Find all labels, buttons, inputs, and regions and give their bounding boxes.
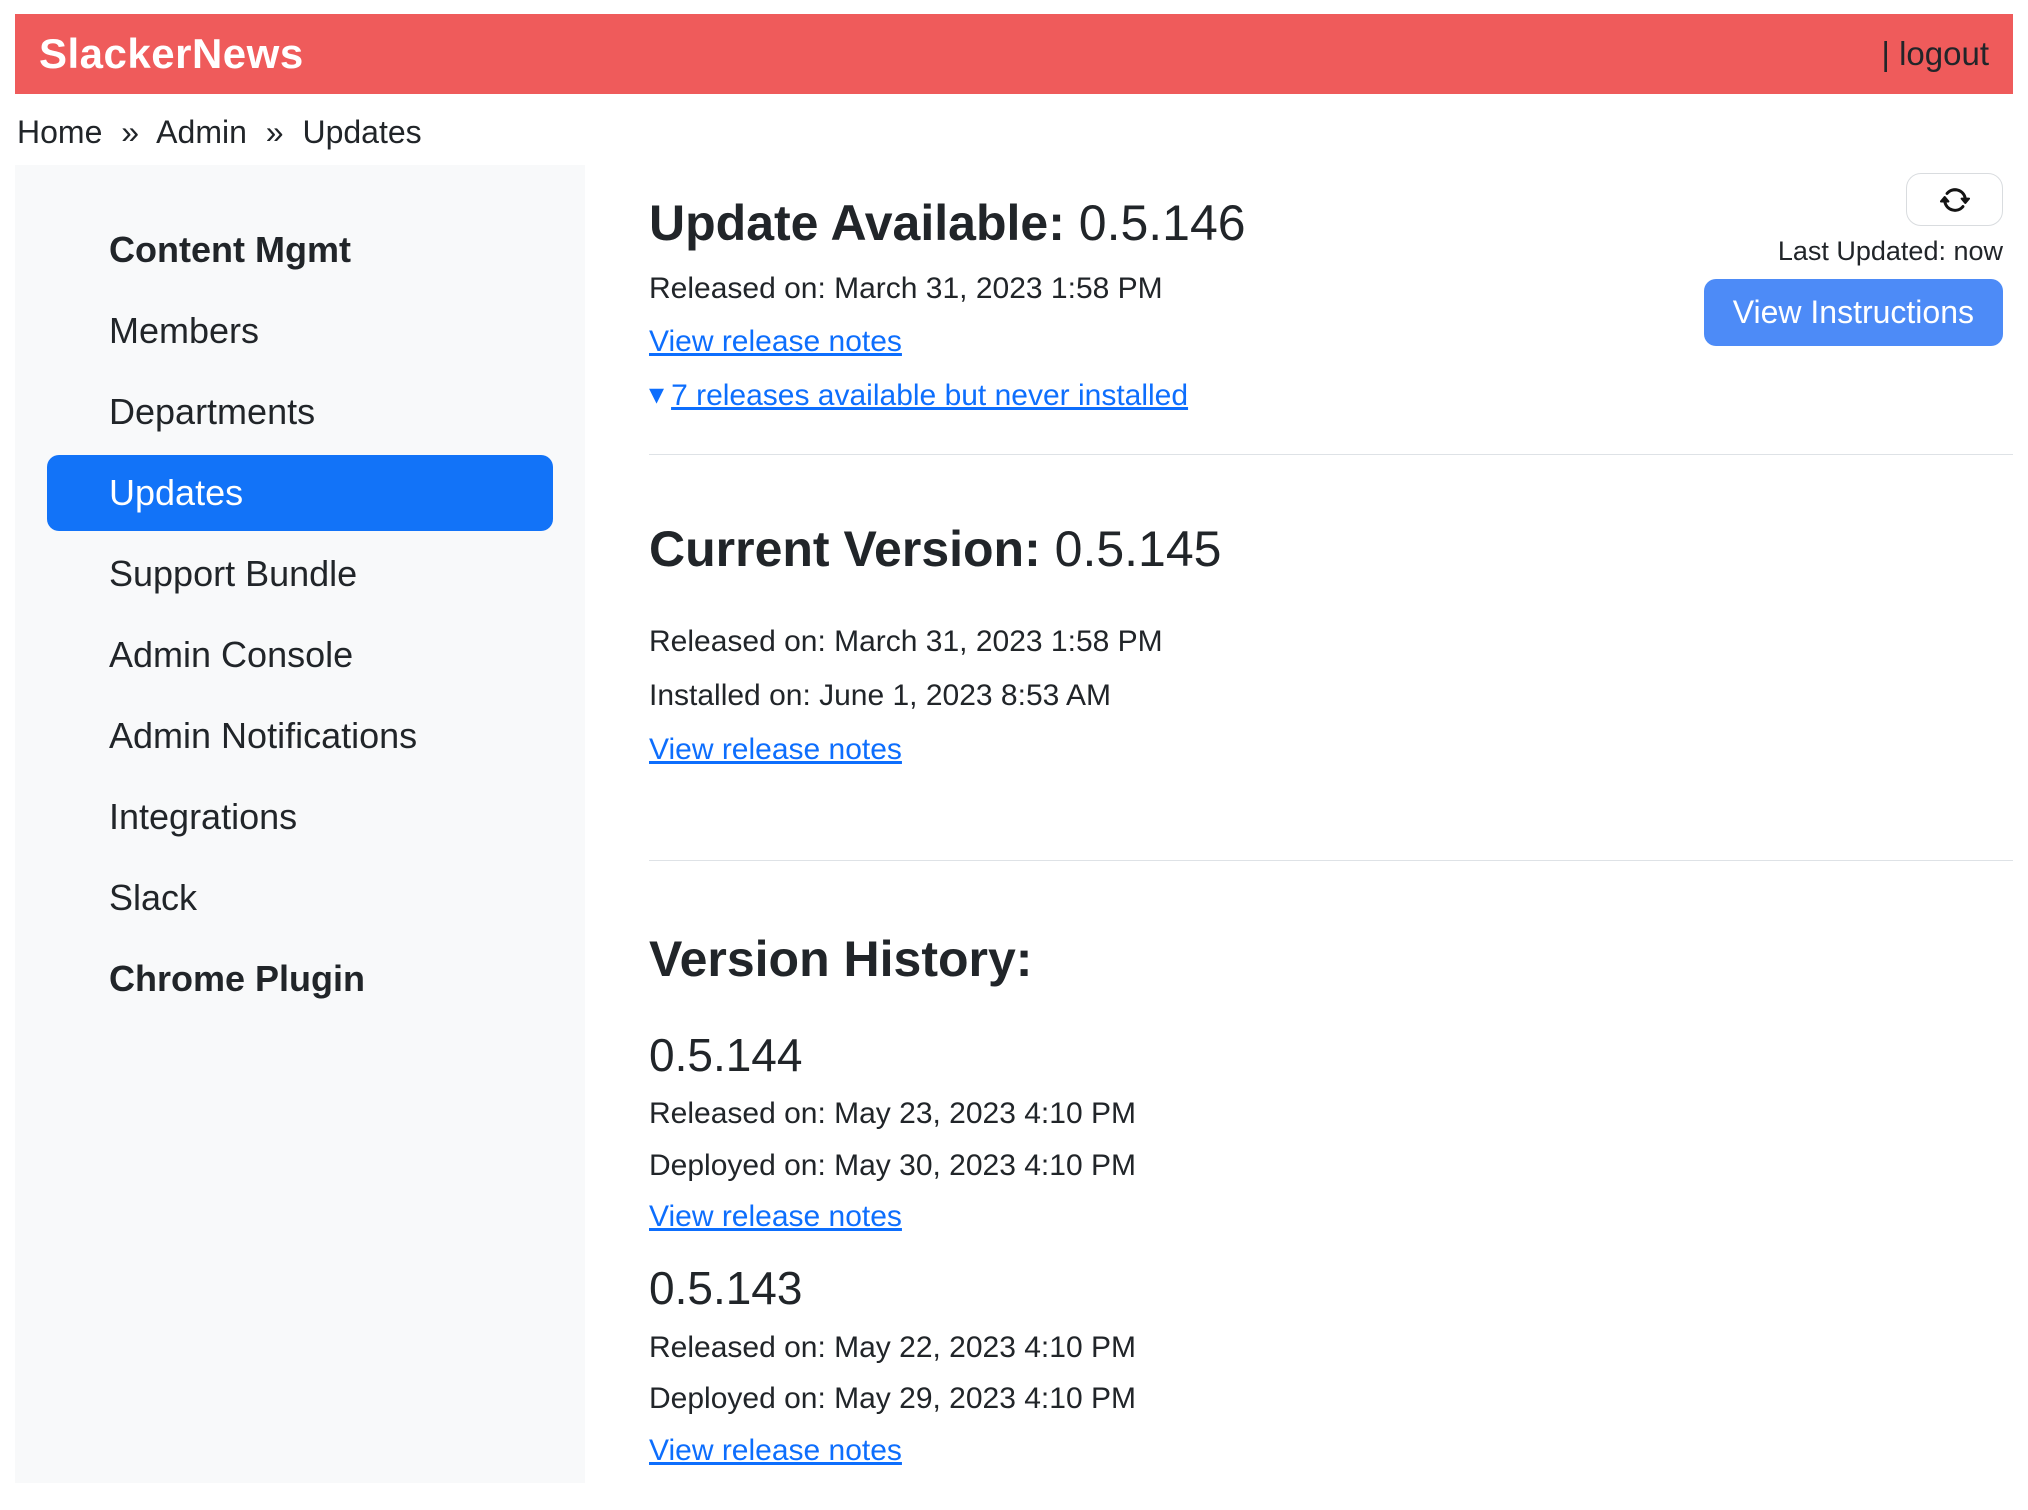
sidebar-item-admin-console[interactable]: Admin Console <box>47 617 553 693</box>
sidebar-item-chrome-plugin[interactable]: Chrome Plugin <box>47 941 553 1017</box>
sidebar-item-members[interactable]: Members <box>47 293 553 369</box>
history-release-notes-link[interactable]: View release notes <box>649 1432 902 1470</box>
main-content: Last Updated: now View Instructions Upda… <box>585 165 2013 1469</box>
history-deployed-on: Deployed on: May 30, 2023 4:10 PM <box>649 1147 2013 1185</box>
releases-toggle-row: ▾ 7 releases available but never install… <box>649 377 2013 415</box>
breadcrumb-separator: » <box>266 114 284 150</box>
version-history-heading: Version History: <box>649 931 2013 989</box>
breadcrumb: Home » Admin » Updates <box>17 114 2013 151</box>
app-header: SlackerNews | logout <box>15 14 2013 94</box>
sidebar-item-integrations[interactable]: Integrations <box>47 779 553 855</box>
sidebar-item-admin-notifications[interactable]: Admin Notifications <box>47 698 553 774</box>
version-history-entry: 0.5.143 Released on: May 22, 2023 4:10 P… <box>649 1262 2013 1469</box>
history-deployed-on: Deployed on: May 29, 2023 4:10 PM <box>649 1380 2013 1418</box>
releases-toggle-link[interactable]: 7 releases available but never installed <box>671 377 1188 415</box>
current-version-heading: Current Version: 0.5.145 <box>649 521 2013 579</box>
update-available-version: 0.5.146 <box>1079 195 1246 251</box>
history-release-notes-link[interactable]: View release notes <box>649 1198 902 1236</box>
logout-link[interactable]: | logout <box>1881 35 1989 73</box>
current-version-section: Current Version: 0.5.145 Released on: Ma… <box>649 521 2013 768</box>
history-released-on: Released on: May 22, 2023 4:10 PM <box>649 1329 2013 1367</box>
update-controls: Last Updated: now View Instructions <box>1704 173 2003 346</box>
current-version-label: Current Version: <box>649 521 1041 577</box>
refresh-button[interactable] <box>1906 173 2003 226</box>
arrow-repeat-icon <box>1940 185 1970 215</box>
view-instructions-button[interactable]: View Instructions <box>1704 279 2003 346</box>
sidebar-item-updates[interactable]: Updates <box>47 455 553 531</box>
current-released-on: Released on: March 31, 2023 1:58 PM <box>649 623 2013 661</box>
history-released-on: Released on: May 23, 2023 4:10 PM <box>649 1095 2013 1133</box>
section-divider <box>649 860 2013 861</box>
breadcrumb-home[interactable]: Home <box>17 114 102 150</box>
sidebar-item-content-mgmt[interactable]: Content Mgmt <box>47 212 553 288</box>
update-release-notes-link[interactable]: View release notes <box>649 323 902 361</box>
sidebar-item-support-bundle[interactable]: Support Bundle <box>47 536 553 612</box>
brand-title: SlackerNews <box>39 30 304 78</box>
current-release-notes-link[interactable]: View release notes <box>649 731 902 769</box>
breadcrumb-separator: » <box>121 114 139 150</box>
history-version-number: 0.5.144 <box>649 1029 2013 1082</box>
sidebar: Content Mgmt Members Departments Updates… <box>15 165 585 1483</box>
page-layout: Content Mgmt Members Departments Updates… <box>15 165 2013 1483</box>
caret-down-icon[interactable]: ▾ <box>649 380 664 410</box>
version-history-section: Version History: 0.5.144 Released on: Ma… <box>649 931 2013 1469</box>
update-available-label: Update Available: <box>649 195 1065 251</box>
version-history-entry: 0.5.144 Released on: May 23, 2023 4:10 P… <box>649 1029 2013 1236</box>
section-divider <box>649 454 2013 455</box>
current-version-number: 0.5.145 <box>1055 521 1222 577</box>
last-updated-text: Last Updated: now <box>1778 236 2003 267</box>
breadcrumb-updates: Updates <box>302 114 421 150</box>
history-version-number: 0.5.143 <box>649 1262 2013 1315</box>
breadcrumb-admin[interactable]: Admin <box>156 114 247 150</box>
sidebar-item-departments[interactable]: Departments <box>47 374 553 450</box>
sidebar-item-slack[interactable]: Slack <box>47 860 553 936</box>
current-installed-on: Installed on: June 1, 2023 8:53 AM <box>649 677 2013 715</box>
